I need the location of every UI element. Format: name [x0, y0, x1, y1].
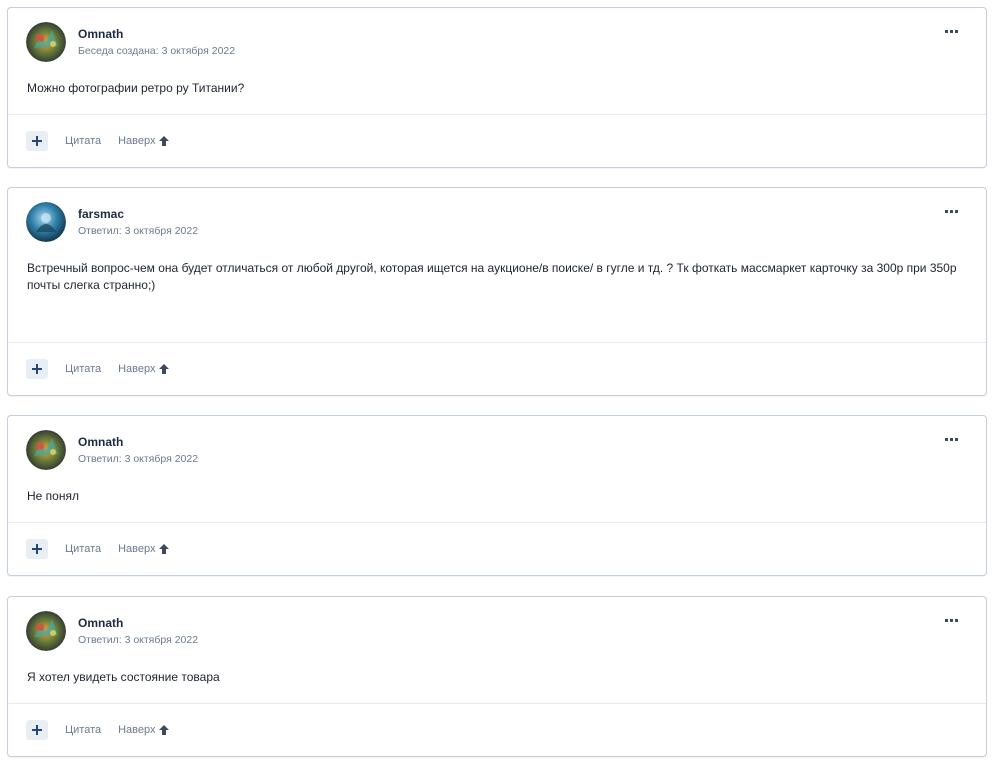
scroll-top-label: Наверх: [118, 135, 156, 147]
post-footer: Цитата Наверх: [8, 522, 986, 575]
author-name[interactable]: Omnath: [78, 616, 198, 631]
scroll-top-link[interactable]: Наверх: [118, 363, 169, 375]
scroll-top-label: Наверх: [118, 724, 156, 736]
scroll-top-link[interactable]: Наверх: [118, 135, 169, 147]
plus-button[interactable]: [26, 539, 48, 559]
arrow-up-icon: [158, 136, 169, 146]
plus-icon: [32, 364, 42, 374]
post-text: Не понял: [27, 489, 79, 503]
plus-icon: [32, 725, 42, 735]
author-name[interactable]: Omnath: [78, 435, 198, 450]
arrow-up-icon: [158, 544, 169, 554]
more-dots-icon[interactable]: [942, 204, 962, 214]
quote-link[interactable]: Цитата: [65, 543, 101, 555]
author-name[interactable]: Omnath: [78, 27, 235, 42]
avatar[interactable]: [26, 611, 66, 651]
post-header: Omnath Беседа создана: 3 октября 2022: [26, 20, 235, 64]
plus-button[interactable]: [26, 359, 48, 379]
plus-icon: [32, 544, 42, 554]
quote-link[interactable]: Цитата: [65, 135, 101, 147]
post-footer: Цитата Наверх: [8, 114, 986, 167]
post-text: Встречный вопрос-чем она будет отличатьс…: [27, 261, 957, 292]
quote-link[interactable]: Цитата: [65, 363, 101, 375]
scroll-top-label: Наверх: [118, 543, 156, 555]
avatar[interactable]: [26, 22, 66, 62]
post-text: Я хотел увидеть состояние товара: [27, 670, 220, 684]
post-header: farsmac Ответил: 3 октября 2022: [26, 200, 198, 244]
post-header: Omnath Ответил: 3 октября 2022: [26, 609, 198, 653]
author-name[interactable]: farsmac: [78, 207, 198, 222]
post-date[interactable]: Ответил: 3 октября 2022: [78, 224, 198, 238]
post: Omnath Ответил: 3 октября 2022 Я хотел у…: [7, 596, 987, 757]
scroll-top-link[interactable]: Наверх: [118, 543, 169, 555]
post: Omnath Ответил: 3 октября 2022 Не понял …: [7, 415, 987, 576]
omnath-avatar-image: [26, 611, 66, 651]
avatar[interactable]: [26, 430, 66, 470]
arrow-up-icon: [158, 725, 169, 735]
post-footer: Цитата Наверх: [8, 703, 986, 756]
post-text: Можно фотографии ретро ру Титании?: [27, 81, 245, 95]
more-dots-icon[interactable]: [942, 432, 962, 442]
more-dots-icon[interactable]: [942, 24, 962, 34]
scroll-top-link[interactable]: Наверх: [118, 724, 169, 736]
post-date[interactable]: Беседа создана: 3 октября 2022: [78, 44, 235, 58]
post-header: Omnath Ответил: 3 октября 2022: [26, 428, 198, 472]
plus-icon: [32, 136, 42, 146]
author-block: farsmac Ответил: 3 октября 2022: [78, 207, 198, 238]
author-block: Omnath Ответил: 3 октября 2022: [78, 435, 198, 466]
avatar[interactable]: [26, 202, 66, 242]
plus-button[interactable]: [26, 131, 48, 151]
post-date[interactable]: Ответил: 3 октября 2022: [78, 452, 198, 466]
post-date[interactable]: Ответил: 3 октября 2022: [78, 633, 198, 647]
farsmac-avatar-image: [26, 202, 66, 242]
plus-button[interactable]: [26, 720, 48, 740]
author-block: Omnath Ответил: 3 октября 2022: [78, 616, 198, 647]
more-dots-icon[interactable]: [942, 613, 962, 623]
quote-link[interactable]: Цитата: [65, 724, 101, 736]
post-footer: Цитата Наверх: [8, 342, 986, 395]
scroll-top-label: Наверх: [118, 363, 156, 375]
post: farsmac Ответил: 3 октября 2022 Встречны…: [7, 187, 987, 396]
arrow-up-icon: [158, 364, 169, 374]
post: Omnath Беседа создана: 3 октября 2022 Мо…: [7, 7, 987, 168]
omnath-avatar-image: [26, 430, 66, 470]
omnath-avatar-image: [26, 22, 66, 62]
author-block: Omnath Беседа создана: 3 октября 2022: [78, 27, 235, 58]
